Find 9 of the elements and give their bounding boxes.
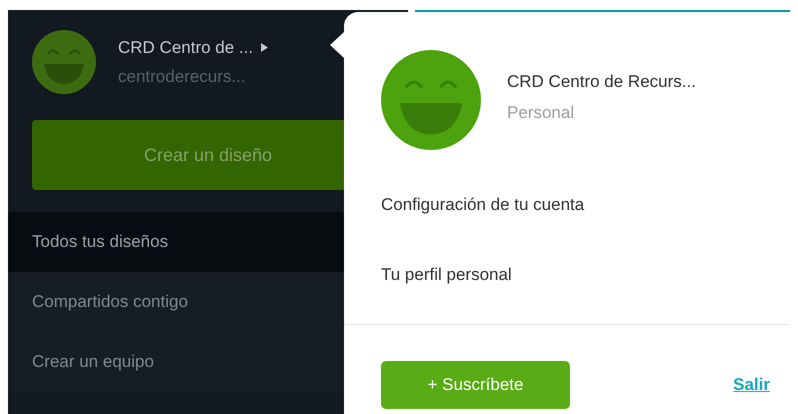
- avatar-icon: [381, 50, 481, 150]
- logout-link[interactable]: Salir: [733, 372, 770, 398]
- avatar-icon[interactable]: [32, 30, 96, 94]
- caret-icon[interactable]: [261, 42, 268, 52]
- plan-label: Personal: [507, 102, 576, 124]
- subscribe-button[interactable]: + Suscríbete: [381, 361, 570, 409]
- account-name[interactable]: CRD Centro de ...: [118, 34, 254, 60]
- account-email: centroderecurs...: [118, 66, 247, 88]
- account-name: CRD Centro de Recurs...: [507, 70, 696, 92]
